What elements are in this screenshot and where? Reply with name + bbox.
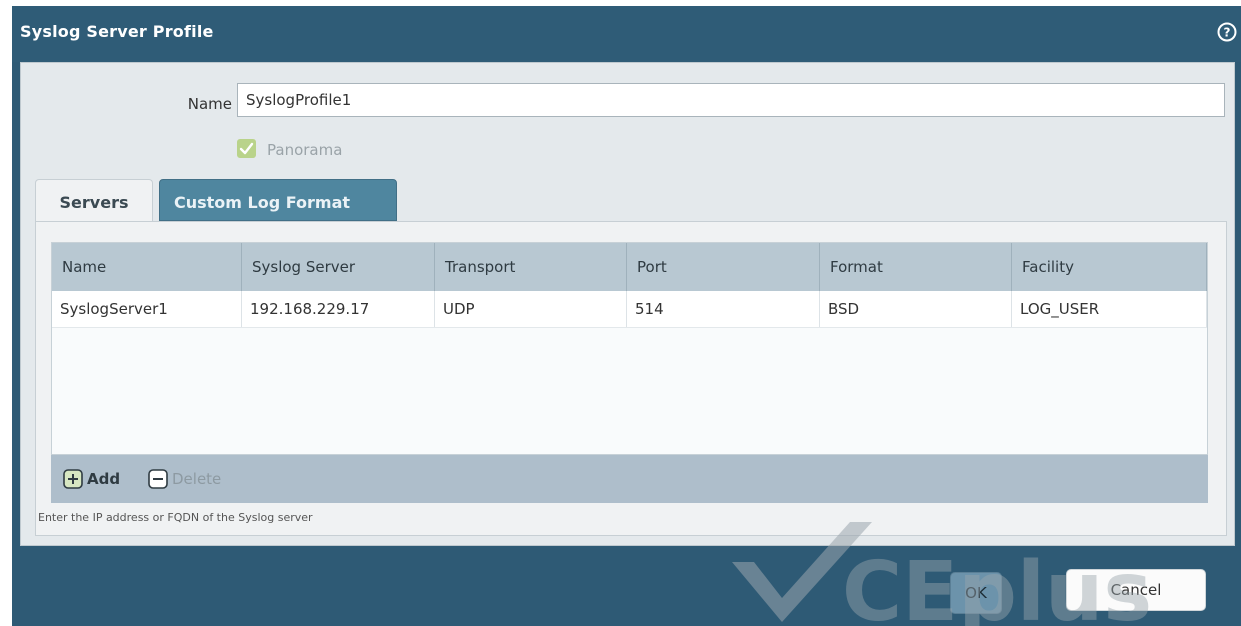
cell-syslog-server: 192.168.229.17: [242, 291, 435, 327]
table-action-bar: Add Delete: [51, 455, 1208, 503]
column-header-syslog-server[interactable]: Syslog Server: [242, 243, 435, 291]
minus-square-icon: [148, 469, 168, 489]
syslog-server-profile-dialog: Syslog Server Profile ? Name Panorama Se…: [12, 6, 1241, 626]
cancel-button[interactable]: Cancel: [1066, 569, 1206, 611]
checkmark-icon: [239, 142, 254, 155]
table-row[interactable]: SyslogServer1 192.168.229.17 UDP 514 BSD…: [52, 291, 1207, 328]
column-header-name[interactable]: Name: [52, 243, 242, 291]
column-header-format[interactable]: Format: [820, 243, 1012, 291]
panorama-checkbox[interactable]: [237, 139, 256, 158]
dialog-titlebar: Syslog Server Profile ?: [12, 6, 1241, 62]
servers-tab-panel: Name Syslog Server Transport Port Format…: [35, 221, 1227, 536]
help-hint-text: Enter the IP address or FQDN of the Sysl…: [38, 511, 313, 524]
tab-servers[interactable]: Servers: [35, 179, 153, 221]
name-field[interactable]: [237, 83, 1225, 117]
svg-text:?: ?: [1224, 26, 1231, 40]
cell-facility: LOG_USER: [1012, 291, 1207, 327]
table-header: Name Syslog Server Transport Port Format…: [52, 243, 1207, 292]
name-label: Name: [187, 95, 232, 113]
plus-square-icon: [63, 469, 83, 489]
cell-format: BSD: [820, 291, 1012, 327]
ok-button[interactable]: OK: [950, 572, 1002, 614]
column-header-port[interactable]: Port: [627, 243, 820, 291]
add-button-label: Add: [87, 470, 121, 488]
panorama-label: Panorama: [267, 141, 343, 159]
dialog-title: Syslog Server Profile: [20, 22, 214, 41]
tab-custom-log-format[interactable]: Custom Log Format: [159, 179, 397, 221]
cell-transport: UDP: [435, 291, 627, 327]
dialog-content: Name Panorama Servers Custom Log Format …: [20, 62, 1235, 546]
servers-table: Name Syslog Server Transport Port Format…: [51, 242, 1208, 455]
cell-name[interactable]: SyslogServer1: [52, 291, 242, 327]
delete-button-label: Delete: [172, 470, 222, 488]
cell-port: 514: [627, 291, 820, 327]
help-circle-icon[interactable]: ?: [1217, 22, 1237, 42]
column-header-facility[interactable]: Facility: [1012, 243, 1207, 291]
column-header-transport[interactable]: Transport: [435, 243, 627, 291]
dialog-footer: [12, 544, 1241, 626]
